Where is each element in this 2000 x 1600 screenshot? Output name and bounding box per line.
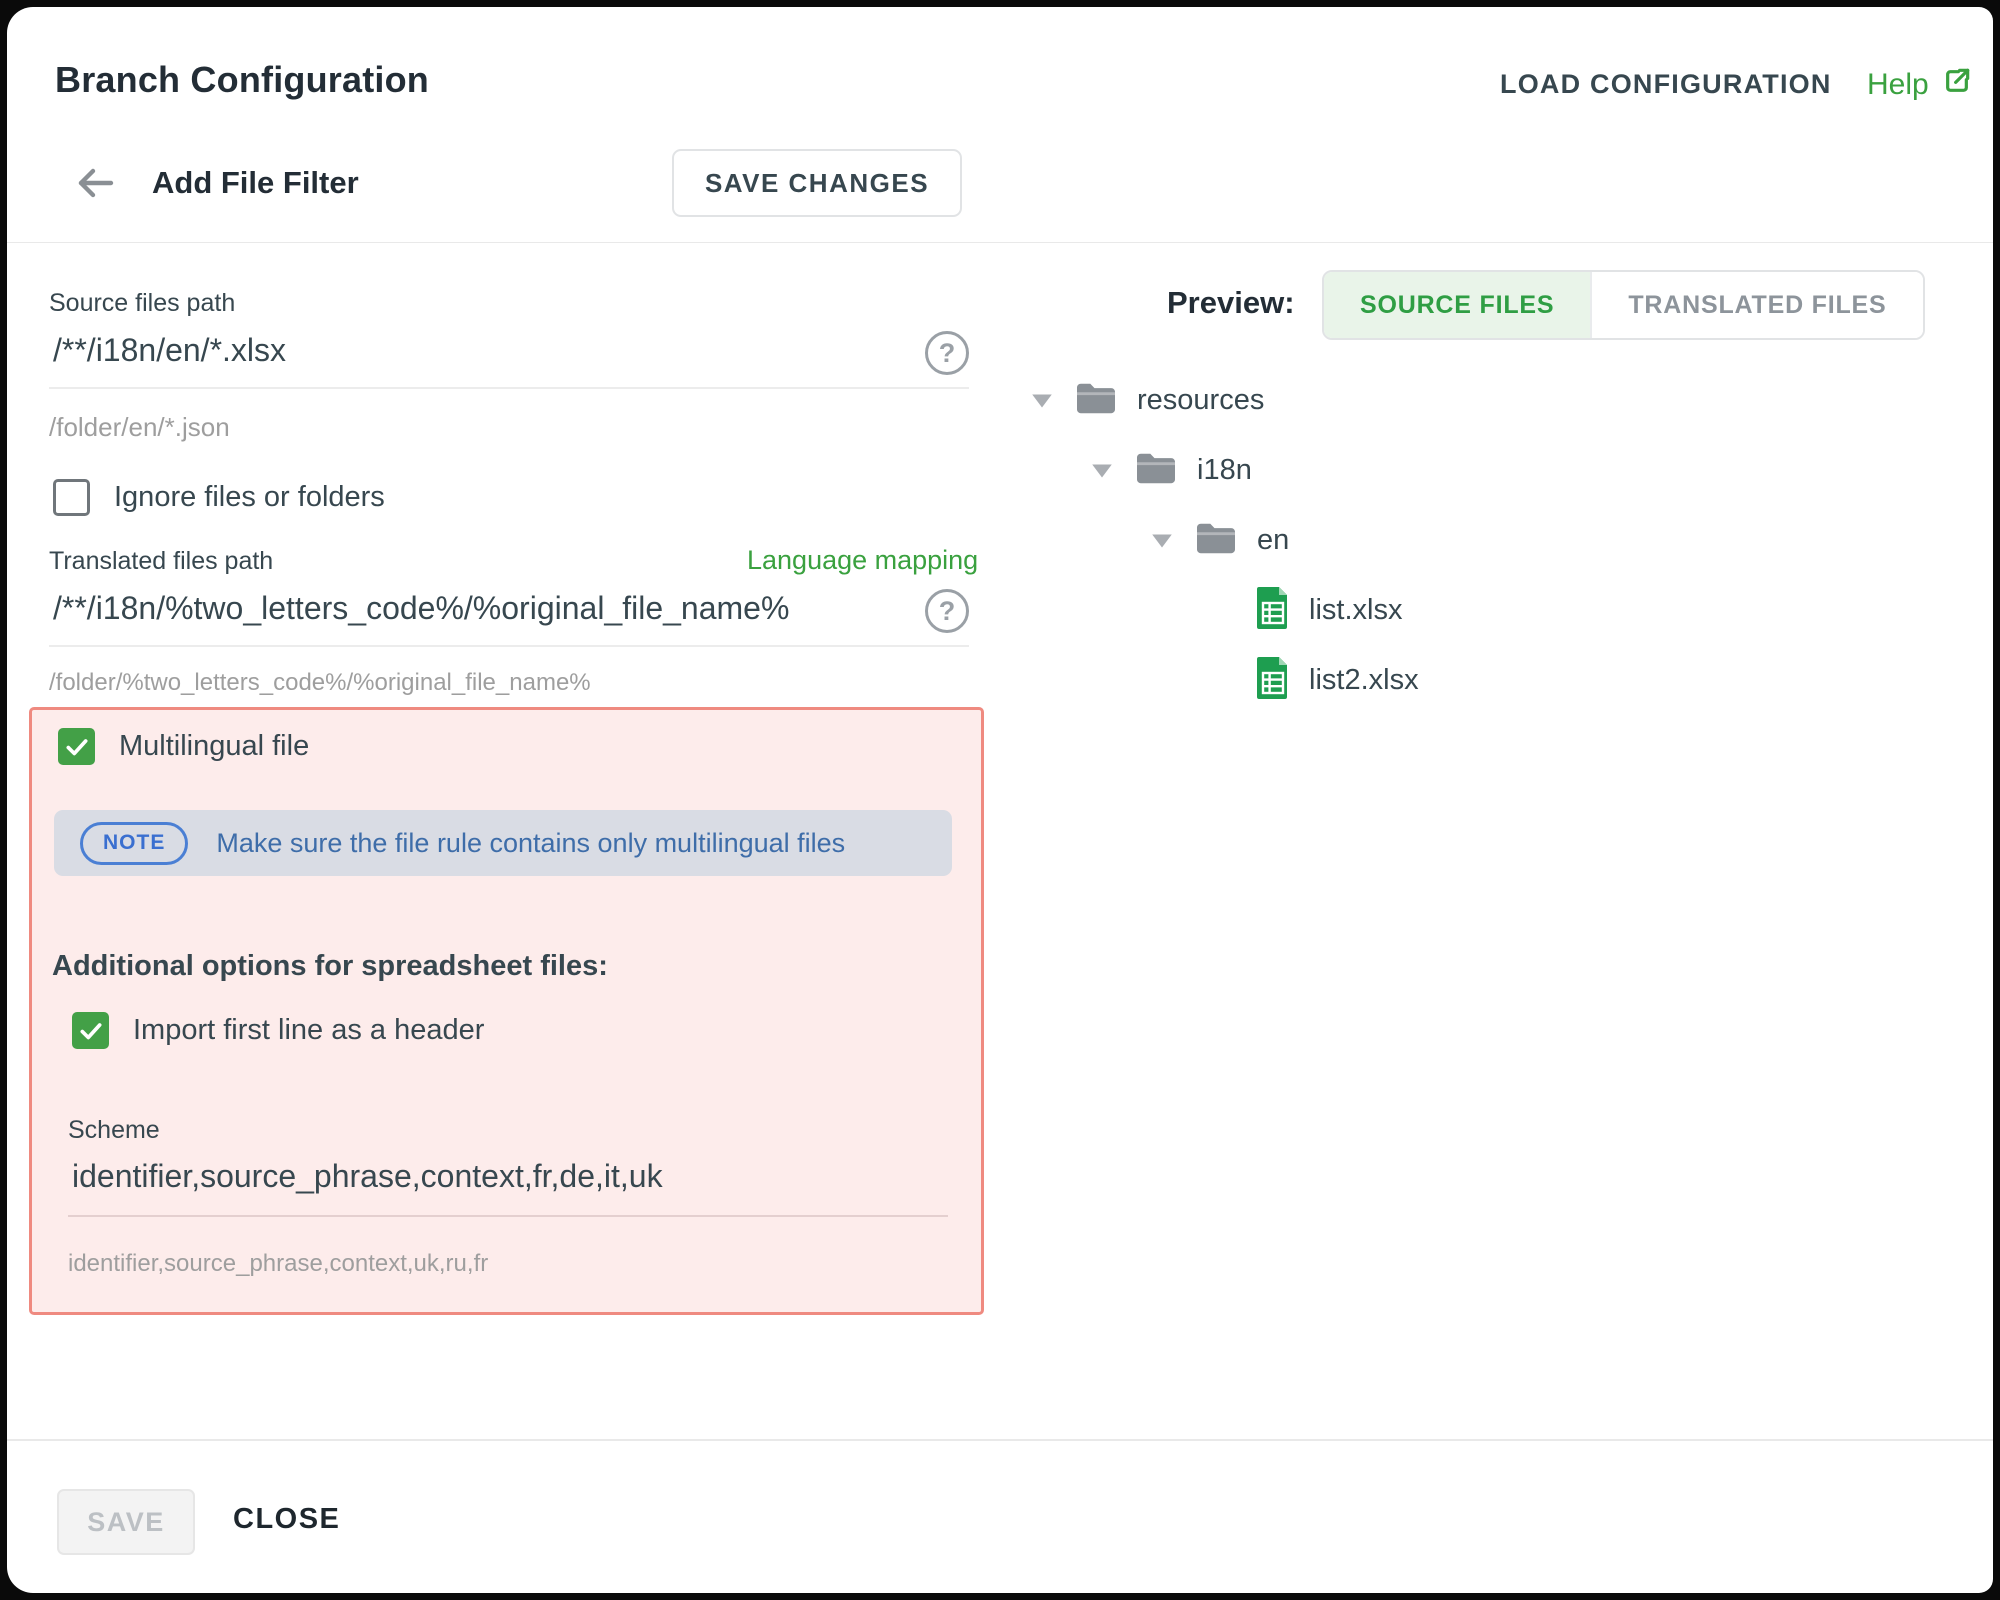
import-header-checkbox[interactable] xyxy=(72,1012,109,1049)
tree-item-resources[interactable]: resources xyxy=(1029,379,1264,422)
preview-label: Preview: xyxy=(1167,285,1295,321)
tree-item-label: list.xlsx xyxy=(1309,594,1402,627)
note-badge: NOTE xyxy=(80,822,188,865)
language-mapping-link[interactable]: Language mapping xyxy=(747,545,978,576)
help-link-label: Help xyxy=(1867,68,1929,102)
multilingual-checkbox[interactable] xyxy=(58,728,95,765)
ignore-files-checkbox-row[interactable]: Ignore files or folders xyxy=(53,479,385,516)
tab-translated-files[interactable]: TRANSLATED FILES xyxy=(1590,272,1922,338)
spreadsheet-options-heading: Additional options for spreadsheet files… xyxy=(52,950,608,983)
caret-down-icon[interactable] xyxy=(1149,531,1175,551)
tree-item-label: en xyxy=(1257,524,1289,557)
close-button[interactable]: CLOSE xyxy=(233,1503,340,1536)
load-configuration-button[interactable]: LOAD CONFIGURATION xyxy=(1500,69,1832,100)
translated-path-hint: /folder/%two_letters_code%/%original_fil… xyxy=(49,669,591,697)
ignore-files-label: Ignore files or folders xyxy=(114,481,385,514)
scheme-input[interactable] xyxy=(68,1158,948,1215)
tree-item-label: resources xyxy=(1137,384,1264,417)
branch-configuration-dialog: Branch Configuration LOAD CONFIGURATION … xyxy=(7,7,1993,1593)
add-file-filter-title: Add File Filter xyxy=(152,165,359,201)
tab-source-files[interactable]: SOURCE FILES xyxy=(1324,272,1590,338)
folder-icon xyxy=(1073,379,1119,422)
caret-down-icon[interactable] xyxy=(1029,391,1055,411)
multilingual-label: Multilingual file xyxy=(119,730,309,763)
source-files-path-input[interactable] xyxy=(49,332,925,387)
translated-path-help-icon[interactable]: ? xyxy=(925,589,969,633)
folder-icon xyxy=(1193,519,1239,562)
save-button[interactable]: SAVE xyxy=(57,1489,195,1555)
source-files-path-label: Source files path xyxy=(49,289,235,318)
external-link-icon xyxy=(1941,65,1973,105)
help-link[interactable]: Help xyxy=(1867,65,1973,105)
tree-item-en[interactable]: en xyxy=(1149,519,1289,562)
page-title: Branch Configuration xyxy=(55,59,429,101)
preview-toggle: SOURCE FILES TRANSLATED FILES xyxy=(1322,270,1925,340)
ignore-files-checkbox[interactable] xyxy=(53,479,90,516)
multilingual-highlight-section: Multilingual file NOTE Make sure the fil… xyxy=(29,707,984,1315)
tree-item-label: list2.xlsx xyxy=(1309,664,1419,697)
source-path-hint: /folder/en/*.json xyxy=(49,412,230,443)
tree-item-list2-xlsx[interactable]: list2.xlsx xyxy=(1255,655,1419,706)
spreadsheet-file-icon xyxy=(1255,585,1291,636)
tree-item-list-xlsx[interactable]: list.xlsx xyxy=(1255,585,1402,636)
translated-files-path-label: Translated files path xyxy=(49,547,273,576)
translated-files-path-input[interactable] xyxy=(49,590,925,645)
multilingual-checkbox-row[interactable]: Multilingual file xyxy=(58,728,309,765)
scheme-label: Scheme xyxy=(68,1116,160,1145)
source-path-help-icon[interactable]: ? xyxy=(925,331,969,375)
caret-down-icon[interactable] xyxy=(1089,461,1115,481)
footer-divider xyxy=(7,1439,1993,1441)
save-changes-button[interactable]: SAVE CHANGES xyxy=(672,149,962,217)
source-files-path-field: ? xyxy=(49,331,969,389)
back-arrow-icon[interactable] xyxy=(71,159,119,207)
tree-item-i18n[interactable]: i18n xyxy=(1089,449,1252,492)
scheme-hint: identifier,source_phrase,context,uk,ru,f… xyxy=(68,1250,488,1278)
note-text: Make sure the file rule contains only mu… xyxy=(216,828,845,859)
note-banner: NOTE Make sure the file rule contains on… xyxy=(54,810,952,876)
header-divider xyxy=(7,242,1993,243)
translated-files-path-field: ? xyxy=(49,589,969,647)
spreadsheet-file-icon xyxy=(1255,655,1291,706)
import-header-checkbox-row[interactable]: Import first line as a header xyxy=(72,1012,484,1049)
scheme-field xyxy=(68,1158,948,1217)
import-header-label: Import first line as a header xyxy=(133,1014,484,1047)
tree-item-label: i18n xyxy=(1197,454,1252,487)
folder-icon xyxy=(1133,449,1179,492)
